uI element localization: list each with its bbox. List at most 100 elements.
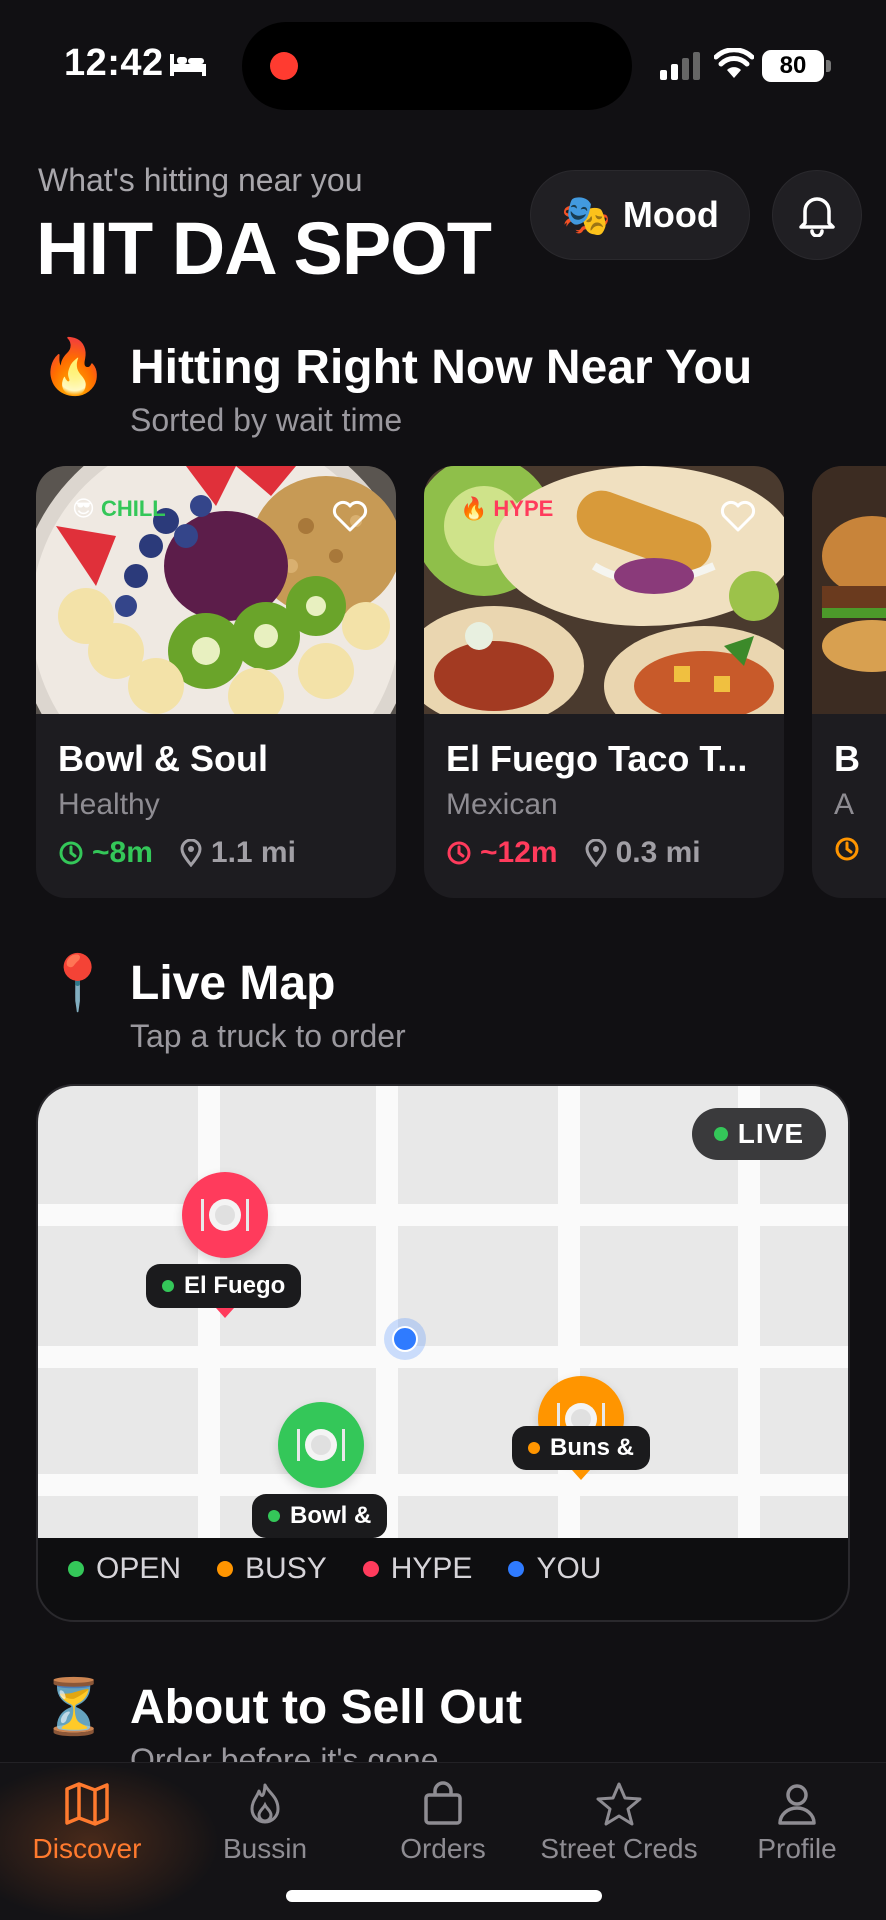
flame-icon — [250, 1783, 280, 1824]
map-road — [376, 1086, 398, 1538]
page-title: HIT DA SPOT — [36, 207, 492, 290]
map-pin-label-text: Bowl & — [290, 1502, 372, 1529]
map-legend: OPEN BUSY HYPE YOU — [68, 1552, 601, 1586]
live-badge-label: LIVE — [737, 1118, 804, 1149]
sunglasses-icon: 😎 — [72, 496, 95, 521]
dynamic-island — [242, 22, 632, 110]
distance-value: 0.3 mi — [615, 836, 701, 869]
tab-street-creds[interactable]: Street Creds — [534, 1781, 704, 1865]
truck-meta — [834, 836, 860, 862]
truck-card-bowl-soul[interactable]: 😎 CHILL Bowl & Soul Healthy ~8m 1.1 mi — [36, 466, 396, 898]
clock-icon — [59, 841, 83, 865]
legend-you: YOU — [508, 1552, 601, 1586]
live-badge: LIVE — [691, 1108, 826, 1160]
legend-label: HYPE — [390, 1552, 473, 1585]
map-pin-tail — [216, 1308, 234, 1318]
legend-hype: HYPE — [362, 1552, 473, 1586]
status-dot — [528, 1442, 540, 1454]
person-icon — [778, 1784, 816, 1825]
map-road — [38, 1204, 848, 1226]
tab-profile[interactable]: Profile — [712, 1781, 882, 1865]
plate-icon — [201, 1199, 249, 1231]
star-icon — [596, 1782, 642, 1826]
map-road — [38, 1346, 848, 1368]
fire-icon: 🔥 — [40, 337, 108, 397]
truck-name: Bowl & Soul — [58, 738, 268, 779]
wait-time: ~8m — [58, 836, 153, 870]
plate-icon — [297, 1429, 345, 1461]
legend-open: OPEN — [68, 1552, 181, 1586]
wifi-icon — [714, 48, 754, 78]
mood-button-label: Mood — [622, 194, 719, 235]
clock-icon — [835, 837, 859, 861]
legend-dot — [217, 1561, 234, 1577]
map-pin-label[interactable]: Bowl & — [252, 1494, 388, 1538]
home-indicator[interactable] — [286, 1890, 602, 1902]
truck-category: Healthy — [58, 788, 160, 821]
theater-masks-icon: 🎭 — [561, 193, 611, 238]
favorite-heart-icon[interactable] — [720, 500, 756, 532]
bed-icon — [170, 54, 206, 76]
section-title-hitting: Hitting Right Now Near You — [130, 341, 753, 394]
tab-label: Orders — [400, 1833, 486, 1864]
map-pin-label[interactable]: El Fuego — [146, 1264, 302, 1308]
location-pin-icon — [180, 839, 202, 867]
map-pin-el-fuego[interactable] — [182, 1172, 268, 1258]
map-icon — [65, 1782, 109, 1826]
truck-card-partial[interactable]: B A — [812, 466, 886, 898]
map-canvas[interactable]: LIVE El Fuego Buns & Bowl & — [38, 1086, 848, 1538]
header-subtitle: What's hitting near you — [38, 162, 363, 198]
truck-category: A — [834, 788, 855, 821]
truck-category: Mexican — [446, 788, 558, 821]
map-pin-label[interactable]: Buns & — [512, 1426, 650, 1470]
truck-name: El Fuego Taco T... — [446, 738, 748, 779]
legend-dot — [68, 1561, 84, 1577]
battery-indicator: 80 — [762, 50, 824, 82]
wait-time-value: ~12m — [480, 836, 558, 869]
status-dot — [162, 1280, 174, 1292]
pushpin-icon: 📍 — [44, 953, 112, 1013]
legend-label: BUSY — [245, 1552, 327, 1585]
truck-name: B — [834, 738, 860, 779]
distance-value: 1.1 mi — [210, 836, 296, 869]
legend-label: OPEN — [96, 1552, 182, 1585]
section-title-map: Live Map — [130, 957, 336, 1010]
tab-label: Street Creds — [540, 1833, 698, 1864]
status-dot — [268, 1510, 280, 1522]
recording-indicator — [270, 52, 298, 80]
truck-meta: ~12m 0.3 mi — [446, 836, 701, 870]
section-title-sellout: About to Sell Out — [130, 1681, 522, 1734]
wait-time-value: ~8m — [92, 836, 153, 869]
battery-tip — [826, 60, 831, 72]
bell-icon — [799, 197, 835, 237]
tab-discover[interactable]: Discover — [2, 1781, 172, 1865]
signal-icon — [660, 52, 700, 80]
tab-bussin[interactable]: Bussin — [180, 1781, 350, 1865]
map-pin-bowl[interactable] — [278, 1402, 364, 1488]
vibe-tag-hype: 🔥 HYPE — [460, 496, 553, 522]
user-location-dot — [384, 1318, 426, 1360]
mood-button[interactable]: 🎭 Mood — [530, 170, 750, 260]
distance: 0.3 mi — [584, 836, 701, 870]
favorite-heart-icon[interactable] — [332, 500, 368, 532]
notifications-button[interactable] — [772, 170, 862, 260]
vibe-tag-label: HYPE — [493, 496, 554, 521]
status-bar: 12:42 80 — [0, 0, 886, 130]
map-pin-tail — [572, 1470, 590, 1480]
status-time: 12:42 — [64, 42, 164, 84]
section-subtitle-hitting: Sorted by wait time — [130, 402, 403, 438]
tab-orders[interactable]: Orders — [358, 1781, 528, 1865]
bag-icon — [424, 1781, 462, 1825]
truck-meta: ~8m 1.1 mi — [58, 836, 296, 870]
live-map[interactable]: LIVE El Fuego Buns & Bowl & OPEN BUSY HY… — [36, 1084, 850, 1622]
burger-image — [812, 466, 886, 714]
map-pin-label-text: Buns & — [550, 1434, 634, 1461]
wait-time: ~12m — [446, 836, 558, 870]
truck-card-el-fuego[interactable]: 🔥 HYPE El Fuego Taco T... Mexican ~12m 0… — [424, 466, 784, 898]
fire-icon: 🔥 — [460, 496, 488, 521]
hourglass-icon: ⏳ — [40, 1677, 108, 1737]
vibe-tag-chill: 😎 CHILL — [72, 496, 166, 522]
legend-dot — [362, 1561, 379, 1577]
legend-label: YOU — [536, 1552, 602, 1585]
legend-busy: BUSY — [217, 1552, 327, 1586]
